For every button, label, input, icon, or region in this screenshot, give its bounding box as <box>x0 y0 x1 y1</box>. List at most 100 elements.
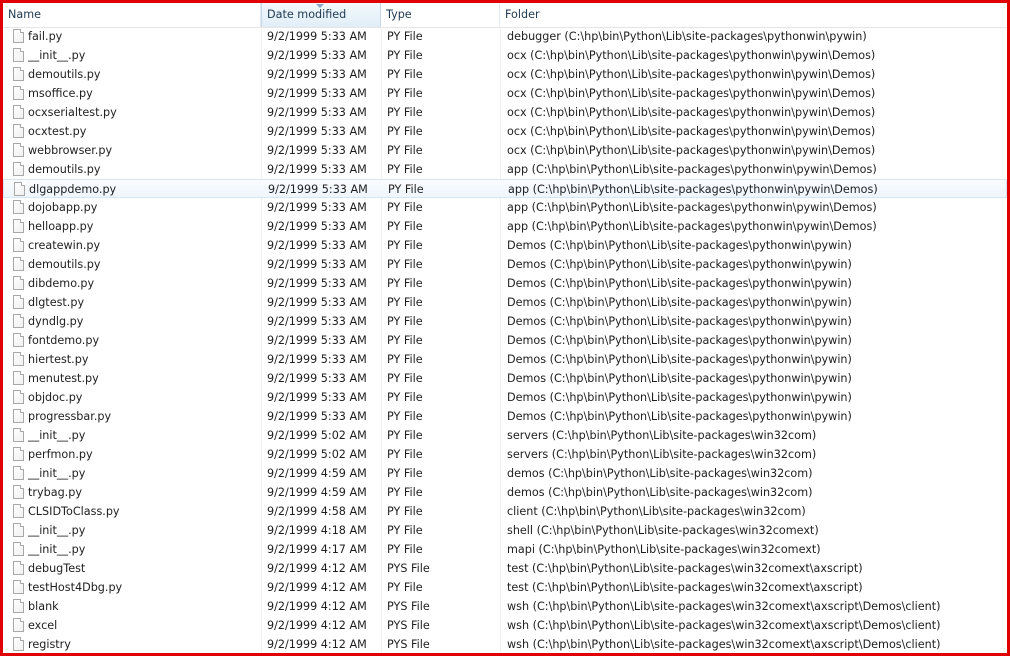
file-type: PYS File <box>387 562 430 575</box>
file-row[interactable]: demoutils.py 9/2/1999 5:33 AM PY File Demos… <box>3 255 1007 274</box>
file-row[interactable]: objdoc.py 9/2/1999 5:33 AM PY File Demos (C… <box>3 388 1007 407</box>
file-row[interactable]: msoffice.py 9/2/1999 5:33 AM PY File ocx (C… <box>3 84 1007 103</box>
file-type: PY File <box>388 183 424 196</box>
file-icon <box>13 390 24 404</box>
file-name: dlgappdemo.py <box>29 183 117 196</box>
file-row[interactable]: fail.py 9/2/1999 5:33 AM PY File debugger (… <box>3 27 1007 46</box>
column-header-folder-label: Folder <box>505 8 540 21</box>
column-header-name[interactable]: Name <box>3 3 261 27</box>
file-name: ocxserialtest.py <box>28 106 117 119</box>
file-row[interactable]: debugTest 9/2/1999 4:12 AM PYS File test (C… <box>3 559 1007 578</box>
file-folder: ocx (C:\hp\bin\Python\Lib\site-packages\… <box>507 87 876 100</box>
file-row[interactable]: ocxserialtest.py 9/2/1999 5:33 AM PY File o… <box>3 103 1007 122</box>
file-row[interactable]: webbrowser.py 9/2/1999 5:33 AM PY File ocx … <box>3 141 1007 160</box>
file-row[interactable]: excel 9/2/1999 4:12 AM PYS File wsh (C:\hp\… <box>3 616 1007 635</box>
column-header-type-label: Type <box>386 8 412 21</box>
file-icon <box>13 352 24 366</box>
file-row[interactable]: trybag.py 9/2/1999 4:59 AM PY File demos (C… <box>3 483 1007 502</box>
file-type: PY File <box>387 239 423 252</box>
file-row[interactable]: demoutils.py 9/2/1999 5:33 AM PY File app (… <box>3 160 1007 179</box>
file-folder: Demos (C:\hp\bin\Python\Lib\site-package… <box>507 353 852 366</box>
column-header-date-modified[interactable]: Date modified <box>261 3 381 27</box>
column-header-date-label: Date modified <box>267 8 347 21</box>
file-row[interactable]: dojobapp.py 9/2/1999 5:33 AM PY File app (C… <box>3 198 1007 217</box>
file-name: registry <box>28 638 71 651</box>
file-folder: wsh (C:\hp\bin\Python\Lib\site-packages\… <box>507 638 941 651</box>
file-row[interactable]: fontdemo.py 9/2/1999 5:33 AM PY File Demos … <box>3 331 1007 350</box>
file-icon <box>13 276 24 290</box>
file-date-modified: 9/2/1999 5:33 AM <box>267 87 367 100</box>
file-icon <box>13 48 24 62</box>
file-row[interactable]: __init__.py 9/2/1999 4:18 AM PY File shell … <box>3 521 1007 540</box>
file-date-modified: 9/2/1999 5:33 AM <box>267 258 367 271</box>
file-folder: Demos (C:\hp\bin\Python\Lib\site-package… <box>507 372 852 385</box>
file-icon <box>13 333 24 347</box>
file-folder: demos (C:\hp\bin\Python\Lib\site-package… <box>507 467 813 480</box>
file-row[interactable]: createwin.py 9/2/1999 5:33 AM PY File Demos… <box>3 236 1007 255</box>
file-list-view: Name Date modified Type Folder fail.py 9/… <box>0 0 1010 656</box>
file-row[interactable]: __init__.py 9/2/1999 4:17 AM PY File mapi (… <box>3 540 1007 559</box>
file-row[interactable]: perfmon.py 9/2/1999 5:02 AM PY File servers… <box>3 445 1007 464</box>
file-row[interactable]: ocxtest.py 9/2/1999 5:33 AM PY File ocx (C:… <box>3 122 1007 141</box>
file-folder: debugger (C:\hp\bin\Python\Lib\site-pack… <box>507 30 867 43</box>
file-folder: Demos (C:\hp\bin\Python\Lib\site-package… <box>507 277 852 290</box>
file-row[interactable]: hiertest.py 9/2/1999 5:33 AM PY File Demos … <box>3 350 1007 369</box>
file-row[interactable]: dlgappdemo.py 9/2/1999 5:33 AM PY File app … <box>3 179 1007 198</box>
file-row[interactable]: dibdemo.py 9/2/1999 5:33 AM PY File Demos (… <box>3 274 1007 293</box>
file-type: PY File <box>387 220 423 233</box>
file-folder: wsh (C:\hp\bin\Python\Lib\site-packages\… <box>507 600 941 613</box>
file-date-modified: 9/2/1999 4:17 AM <box>267 543 367 556</box>
column-header-folder[interactable]: Folder <box>500 3 1007 27</box>
file-name: debugTest <box>28 562 86 575</box>
file-name: msoffice.py <box>28 87 93 100</box>
file-type: PY File <box>387 353 423 366</box>
file-folder: demos (C:\hp\bin\Python\Lib\site-package… <box>507 486 813 499</box>
file-folder: wsh (C:\hp\bin\Python\Lib\site-packages\… <box>507 619 941 632</box>
file-folder: test (C:\hp\bin\Python\Lib\site-packages… <box>507 581 863 594</box>
file-row[interactable]: progressbar.py 9/2/1999 5:33 AM PY File Dem… <box>3 407 1007 426</box>
file-icon <box>13 162 24 176</box>
file-icon <box>13 200 24 214</box>
file-type: PY File <box>387 524 423 537</box>
file-date-modified: 9/2/1999 4:58 AM <box>267 505 367 518</box>
file-folder: app (C:\hp\bin\Python\Lib\site-packages\… <box>507 220 877 233</box>
file-row[interactable]: dyndlg.py 9/2/1999 5:33 AM PY File Demos (C… <box>3 312 1007 331</box>
file-icon <box>13 314 24 328</box>
file-icon <box>13 105 24 119</box>
file-name: dyndlg.py <box>28 315 84 328</box>
file-folder: Demos (C:\hp\bin\Python\Lib\site-package… <box>507 391 852 404</box>
file-name: perfmon.py <box>28 448 93 461</box>
file-type: PY File <box>387 410 423 423</box>
file-date-modified: 9/2/1999 5:33 AM <box>267 296 367 309</box>
file-type: PY File <box>387 87 423 100</box>
file-row[interactable]: __init__.py 9/2/1999 4:59 AM PY File demos … <box>3 464 1007 483</box>
file-type: PY File <box>387 429 423 442</box>
file-row[interactable]: CLSIDToClass.py 9/2/1999 4:58 AM PY File cl… <box>3 502 1007 521</box>
file-folder: servers (C:\hp\bin\Python\Lib\site-packa… <box>507 448 817 461</box>
file-icon <box>13 485 24 499</box>
file-row[interactable]: __init__.py 9/2/1999 5:02 AM PY File server… <box>3 426 1007 445</box>
file-row[interactable]: registry 9/2/1999 4:12 AM PYS File wsh (C:\… <box>3 635 1007 653</box>
column-header-bar: Name Date modified Type Folder <box>3 3 1007 28</box>
file-row[interactable]: menutest.py 9/2/1999 5:33 AM PY File Demos … <box>3 369 1007 388</box>
file-folder: Demos (C:\hp\bin\Python\Lib\site-package… <box>507 334 852 347</box>
file-icon <box>13 409 24 423</box>
file-row[interactable]: demoutils.py 9/2/1999 5:33 AM PY File ocx (… <box>3 65 1007 84</box>
file-row[interactable]: helloapp.py 9/2/1999 5:33 AM PY File app (C… <box>3 217 1007 236</box>
file-folder: ocx (C:\hp\bin\Python\Lib\site-packages\… <box>507 106 876 119</box>
file-icon <box>13 86 24 100</box>
file-row[interactable]: blank 9/2/1999 4:12 AM PYS File wsh (C:\hp\… <box>3 597 1007 616</box>
file-folder: client (C:\hp\bin\Python\Lib\site-packag… <box>507 505 806 518</box>
file-icon <box>13 124 24 138</box>
file-row[interactable]: dlgtest.py 9/2/1999 5:33 AM PY File Demos (… <box>3 293 1007 312</box>
file-name: createwin.py <box>28 239 101 252</box>
column-header-type[interactable]: Type <box>381 3 500 27</box>
file-name: fail.py <box>28 30 63 43</box>
file-row[interactable]: testHost4Dbg.py 9/2/1999 4:12 AM PY File te… <box>3 578 1007 597</box>
file-type: PY File <box>387 125 423 138</box>
file-date-modified: 9/2/1999 5:33 AM <box>267 277 367 290</box>
file-date-modified: 9/2/1999 5:33 AM <box>267 125 367 138</box>
file-row[interactable]: __init__.py 9/2/1999 5:33 AM PY File ocx (C… <box>3 46 1007 65</box>
file-date-modified: 9/2/1999 5:33 AM <box>267 144 367 157</box>
file-date-modified: 9/2/1999 5:33 AM <box>267 163 367 176</box>
